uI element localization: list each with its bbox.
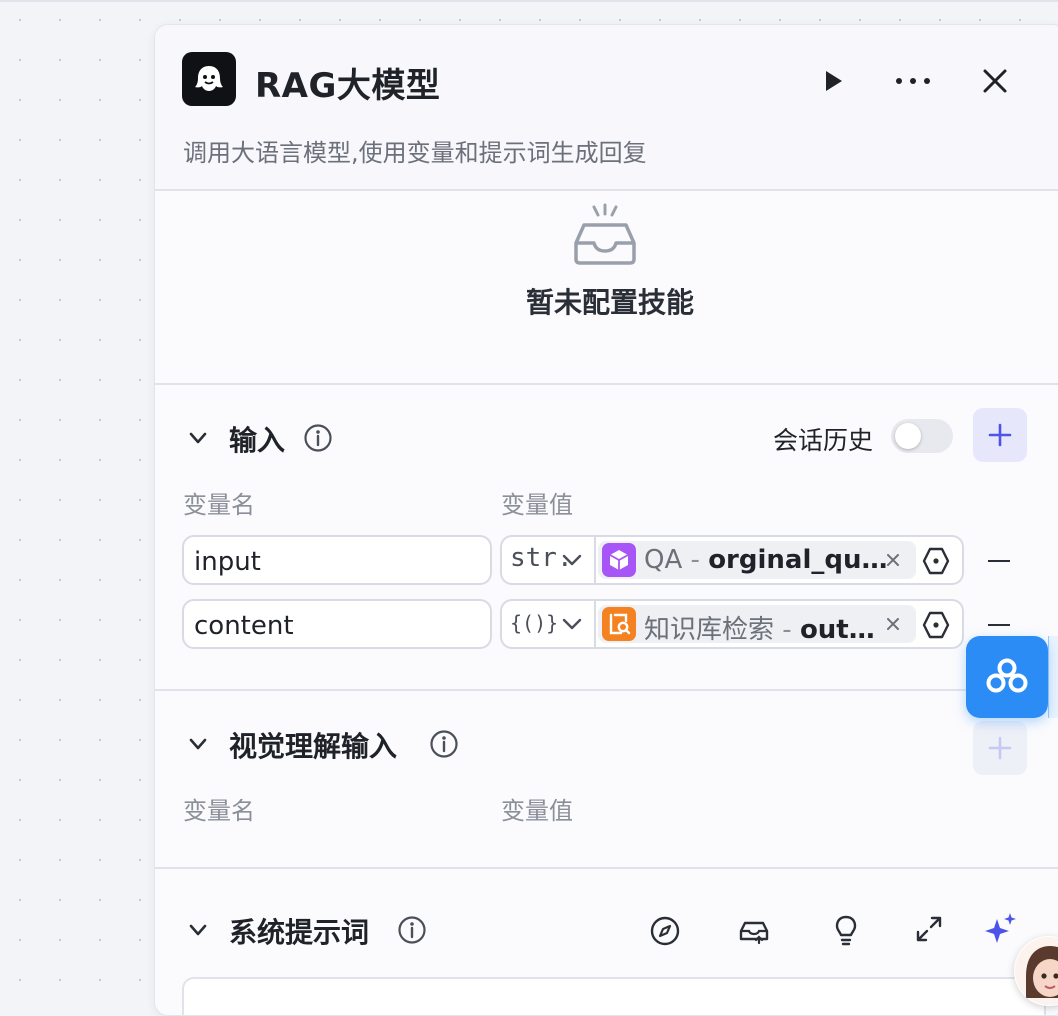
remove-tag-icon[interactable] [886,553,900,567]
skills-section: 暂未配置技能 [155,191,1058,385]
info-icon[interactable] [429,729,459,759]
variable-picker-icon[interactable] [921,610,951,640]
more-button[interactable] [891,59,935,103]
tag-field: out… [799,615,875,645]
panel-header: RAG大模型 调用大语言模型,使用变量和提示词生成回复 [155,25,1058,191]
chevron-down-icon[interactable] [187,427,209,449]
section-divider [155,867,1058,869]
plus-icon [988,736,1012,760]
input-col-value: 变量值 [501,491,573,519]
close-button[interactable] [973,59,1017,103]
variable-ref-tag: 知识库检索 - out… [598,605,916,645]
lightbulb-icon[interactable] [831,913,861,947]
remove-row-button[interactable] [988,624,1010,626]
input-col-name: 变量名 [183,491,255,519]
top-border [0,0,1058,2]
tag-source: QA [644,545,683,575]
variable-name-input[interactable]: input [182,535,492,585]
variable-ref-tag: QA - orginal_qu… [598,541,916,579]
expand-icon[interactable] [913,913,945,945]
play-icon [826,71,842,91]
input-section-title: 输入 [229,424,286,457]
system-prompt-editor[interactable] [182,977,1046,1015]
skills-empty-text: 暂未配置技能 [525,286,694,319]
remove-tag-icon[interactable] [886,617,900,631]
library-icon[interactable] [737,913,771,947]
plus-icon [988,423,1012,447]
more-icon [896,78,930,84]
type-selector[interactable]: {()} [502,601,596,647]
cube-icon [602,543,636,577]
chevron-down-icon[interactable] [187,919,209,941]
add-vision-input-button[interactable] [973,721,1027,775]
remove-row-button[interactable] [988,560,1010,562]
chevron-down-icon [562,554,582,566]
node-logo-icon [182,52,236,106]
variable-name-input[interactable]: content [182,599,492,649]
chat-history-label: 会话历史 [773,426,874,455]
chat-history-toggle[interactable] [891,419,953,453]
knowledge-base-icon [602,607,636,641]
variable-name-value: input [194,547,261,577]
vision-col-value: 变量值 [501,797,573,825]
type-selector[interactable]: str. [502,537,596,583]
variable-value-selector[interactable]: {()} 知识库检索 - out… [500,599,964,649]
floating-assistant-button[interactable] [966,636,1048,718]
type-label: {()} [510,611,559,635]
sparkle-icon[interactable] [983,911,1019,947]
variable-picker-icon[interactable] [921,546,951,576]
variable-name-value: content [194,611,294,641]
node-description: 调用大语言模型,使用变量和提示词生成回复 [183,139,647,167]
system-prompt-title: 系统提示词 [229,916,370,949]
cloud-link-icon [986,658,1028,693]
run-button[interactable] [811,59,855,103]
variable-value-selector[interactable]: str. QA - orginal_qu… [500,535,964,585]
toggle-knob [895,423,921,449]
info-icon[interactable] [397,915,427,945]
section-divider [155,689,1058,691]
tag-field: orginal_qu… [708,545,888,575]
node-title[interactable]: RAG大模型 [255,58,440,107]
tag-separator: - [690,545,700,575]
floating-sidebar-edge [1048,636,1058,718]
chevron-down-icon [562,618,582,630]
vision-col-name: 变量名 [183,797,255,825]
chevron-down-icon[interactable] [187,733,209,755]
empty-inbox-icon [574,203,636,265]
llm-node-panel: RAG大模型 调用大语言模型,使用变量和提示词生成回复 暂未配置技能 输入 会话… [154,24,1058,1016]
tag-separator: - [782,615,792,645]
tag-source: 知识库检索 [644,615,775,645]
vision-section-title: 视觉理解输入 [229,730,398,763]
close-icon [983,69,1007,93]
info-icon[interactable] [303,423,333,453]
compass-icon[interactable] [649,915,681,947]
add-input-button[interactable] [973,408,1027,462]
